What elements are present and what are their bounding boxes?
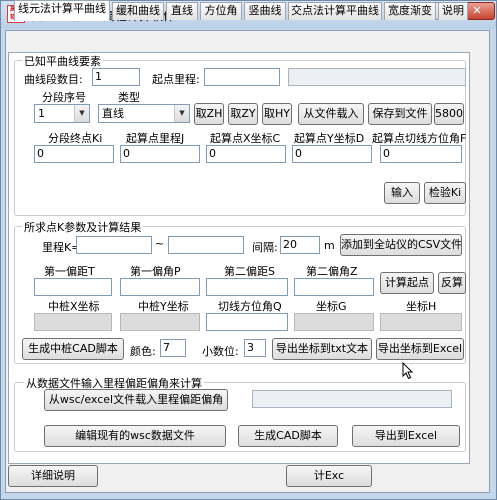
col-start-x-label: 起算点X坐标C	[210, 132, 281, 145]
interval-unit-label: m	[324, 239, 335, 252]
start-mileage-label: 起点里程:	[152, 73, 200, 86]
tab-line-element[interactable]: 线元法计算平曲线	[14, 0, 110, 21]
segment-index-select[interactable]: 1 ▼	[34, 104, 90, 123]
take-hy-button[interactable]: 取HY	[262, 103, 292, 125]
col-offset1-label: 第一偏距T	[44, 265, 95, 278]
chevron-down-icon: ▼	[74, 105, 89, 122]
type-label: 类型	[118, 91, 140, 104]
save-to-file-button[interactable]: 保存到文件	[368, 103, 432, 125]
col-angle2-label: 第二偏角Z	[306, 265, 358, 278]
datafile-export-excel-button[interactable]: 导出到Excel	[352, 425, 460, 447]
segment-index-label: 分段序号	[42, 91, 86, 104]
coord-h-output	[380, 313, 462, 331]
mileage-k-label: 里程K=	[42, 241, 81, 254]
start-x-input[interactable]: 0	[206, 145, 286, 163]
start-y-input[interactable]: 0	[292, 145, 372, 163]
tab-intersection[interactable]: 交点法计算平曲线	[288, 2, 382, 20]
take-zy-button[interactable]: 取ZY	[228, 103, 258, 125]
result-legend: 所求点K参数及计算结果	[22, 219, 144, 235]
type-value: 直线	[102, 107, 124, 120]
color-input[interactable]: 7	[160, 339, 186, 357]
start-mileage-input[interactable]	[204, 68, 280, 86]
start-mileage-j-input[interactable]: 0	[120, 145, 200, 163]
col-start-y-label: 起算点Y坐标D	[294, 132, 365, 145]
decimal-input[interactable]: 3	[244, 339, 266, 357]
angle2-input[interactable]	[294, 278, 374, 296]
status-field	[288, 68, 466, 86]
coord-g-output	[294, 313, 374, 331]
gen-center-cad-button[interactable]: 生成中桩CAD脚本	[22, 338, 124, 360]
wsc-path-field	[252, 390, 452, 408]
segment-count-label: 曲线段数目:	[24, 73, 83, 86]
col-center-y-label: 中桩Y坐标	[138, 300, 189, 313]
export-excel-button[interactable]: 导出坐标到Excel	[376, 338, 464, 360]
col-center-x-label: 中桩X坐标	[48, 300, 100, 313]
col-end-mileage-label: 分段终点Ki	[48, 132, 103, 145]
gen-cad-button[interactable]: 生成CAD脚本	[238, 425, 338, 447]
col-coord-g-label: 坐标G	[316, 300, 347, 313]
reverse-calc-button[interactable]: 反算	[438, 272, 466, 294]
mouse-cursor-icon	[402, 362, 414, 380]
check-ki-button[interactable]: 检验Ki	[424, 182, 466, 204]
details-button[interactable]: 详细说明	[8, 465, 98, 487]
col-angle1-label: 第一偏角P	[130, 265, 181, 278]
angle1-input[interactable]	[120, 278, 200, 296]
col-offset2-label: 第二偏距S	[224, 265, 275, 278]
type-select[interactable]: 直线 ▼	[98, 104, 190, 123]
segment-index-value: 1	[38, 107, 45, 120]
interval-input[interactable]: 20	[280, 236, 320, 254]
tab-help[interactable]: 说明	[438, 2, 468, 20]
offset2-input[interactable]	[206, 278, 288, 296]
interval-label: 间隔:	[252, 241, 278, 254]
load-wsc-button[interactable]: 从wsc/excel文件载入里程偏距偏角	[44, 389, 228, 411]
chevron-down-icon: ▼	[174, 105, 189, 122]
input-button[interactable]: 输入	[384, 182, 420, 204]
export-5800-button[interactable]: 5800	[434, 103, 464, 125]
tab-transition-curve[interactable]: 缓和曲线	[112, 2, 164, 20]
center-y-output	[120, 313, 200, 331]
known-elements-legend: 已知平曲线要素	[22, 53, 103, 69]
tilde-label: ~	[155, 237, 165, 250]
calc-start-button[interactable]: 计算起点	[380, 272, 434, 294]
mileage-to-input[interactable]	[168, 236, 244, 254]
color-label: 颜色:	[130, 345, 156, 358]
tangent-azimuth-output[interactable]	[206, 313, 288, 331]
col-coord-h-label: 坐标H	[406, 300, 437, 313]
tab-straight[interactable]: 直线	[166, 2, 198, 20]
tab-vertical-curve[interactable]: 竖曲线	[244, 2, 286, 20]
start-azimuth-input[interactable]: 0	[380, 145, 462, 163]
calc-button[interactable]: 计Exc	[286, 465, 372, 487]
col-start-azimuth-label: 起算点切线方位角F	[372, 132, 467, 145]
segment-count-input[interactable]: 1	[92, 68, 140, 86]
tab-width-transition[interactable]: 宽度渐变	[384, 2, 436, 20]
col-start-mileage-label: 起算点里程J	[126, 132, 185, 145]
export-txt-button[interactable]: 导出坐标到txt文本	[272, 338, 372, 360]
edit-wsc-button[interactable]: 编辑现有的wsc数据文件	[44, 425, 226, 447]
center-x-output	[34, 313, 112, 331]
decimal-label: 小数位:	[202, 345, 239, 358]
offset1-input[interactable]	[34, 278, 112, 296]
mileage-from-input[interactable]	[76, 236, 152, 254]
end-mileage-input[interactable]: 0	[34, 145, 114, 163]
tab-azimuth[interactable]: 方位角	[200, 2, 242, 20]
take-zh-button[interactable]: 取ZH	[194, 103, 224, 125]
add-to-csv-button[interactable]: 添加到全站仪的CSV文件	[340, 234, 462, 256]
col-tangent-label: 切线方位角Q	[218, 300, 282, 313]
load-from-file-button[interactable]: 从文件载入	[298, 103, 364, 125]
